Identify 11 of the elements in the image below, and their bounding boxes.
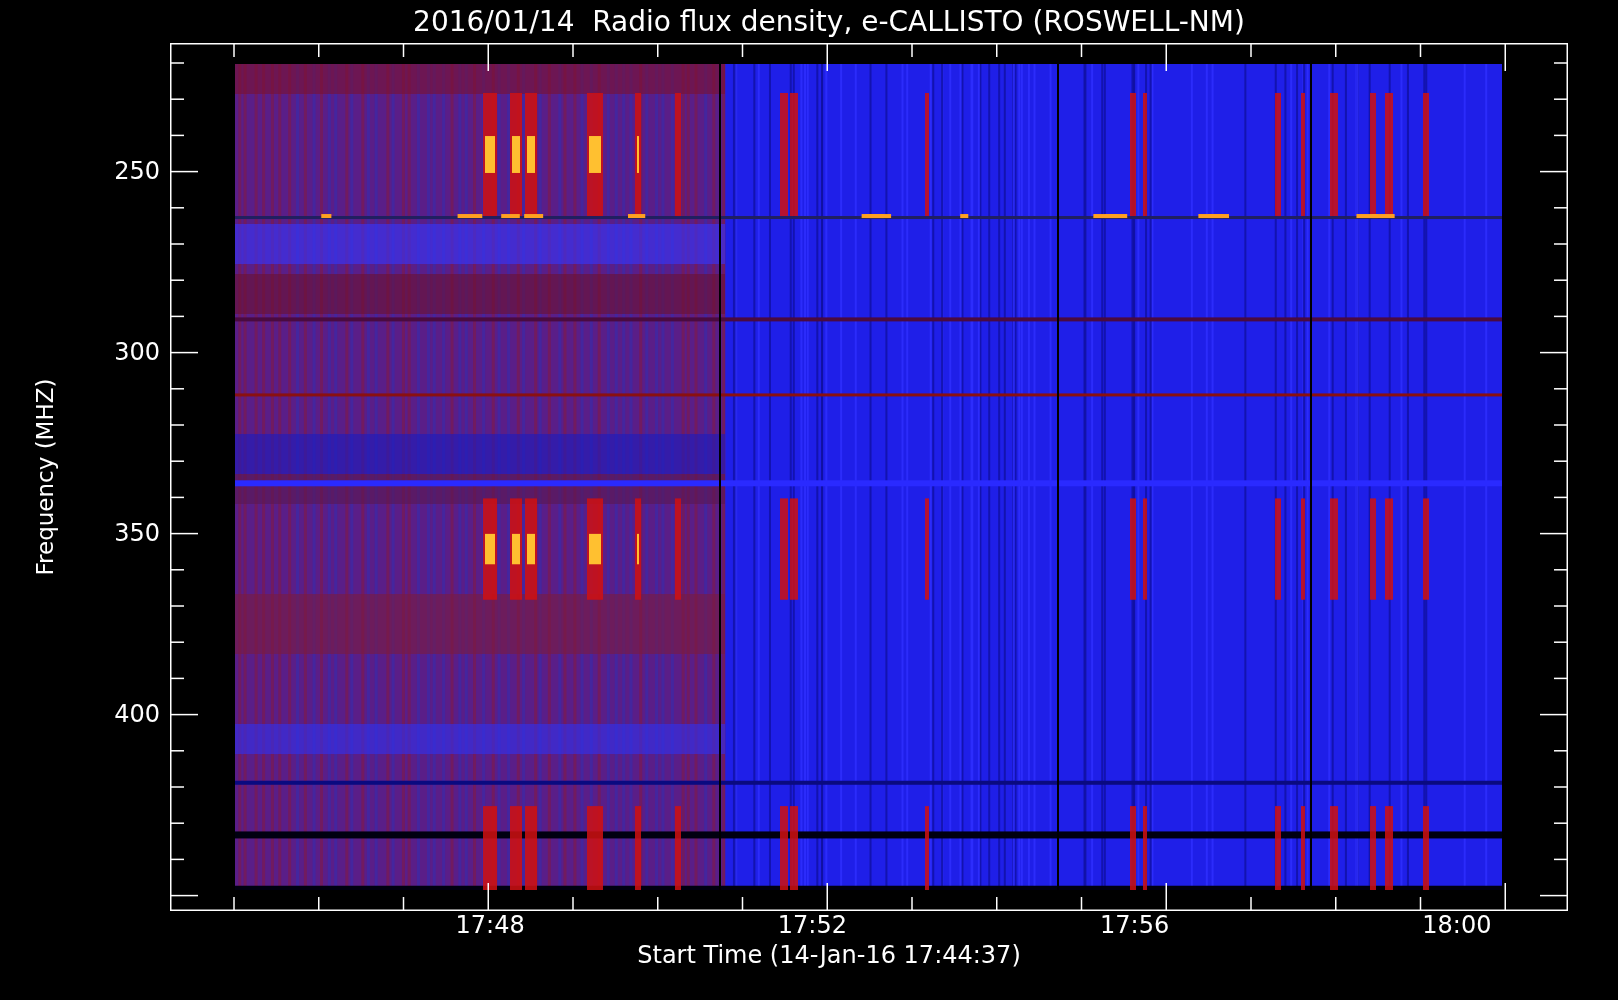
- x-tick-label: 17:52: [777, 911, 847, 941]
- x-tick-label: 18:00: [1422, 911, 1492, 941]
- y-axis-title: Frequency (MHZ): [32, 378, 58, 576]
- y-tick-label: 250: [114, 156, 160, 186]
- y-tick-label: 350: [114, 518, 160, 548]
- y-tick-label: 300: [114, 337, 160, 367]
- y-tick-label: 400: [114, 699, 160, 729]
- chart-title: 2016/01/14 Radio flux density, e-CALLISTO (ROSWELL-NM): [412, 4, 1246, 40]
- x-tick-label: 17:56: [1100, 911, 1170, 941]
- x-tick-label: 17:48: [455, 911, 525, 941]
- x-axis-title: Start Time (14-Jan-16 17:44:37): [637, 941, 1021, 969]
